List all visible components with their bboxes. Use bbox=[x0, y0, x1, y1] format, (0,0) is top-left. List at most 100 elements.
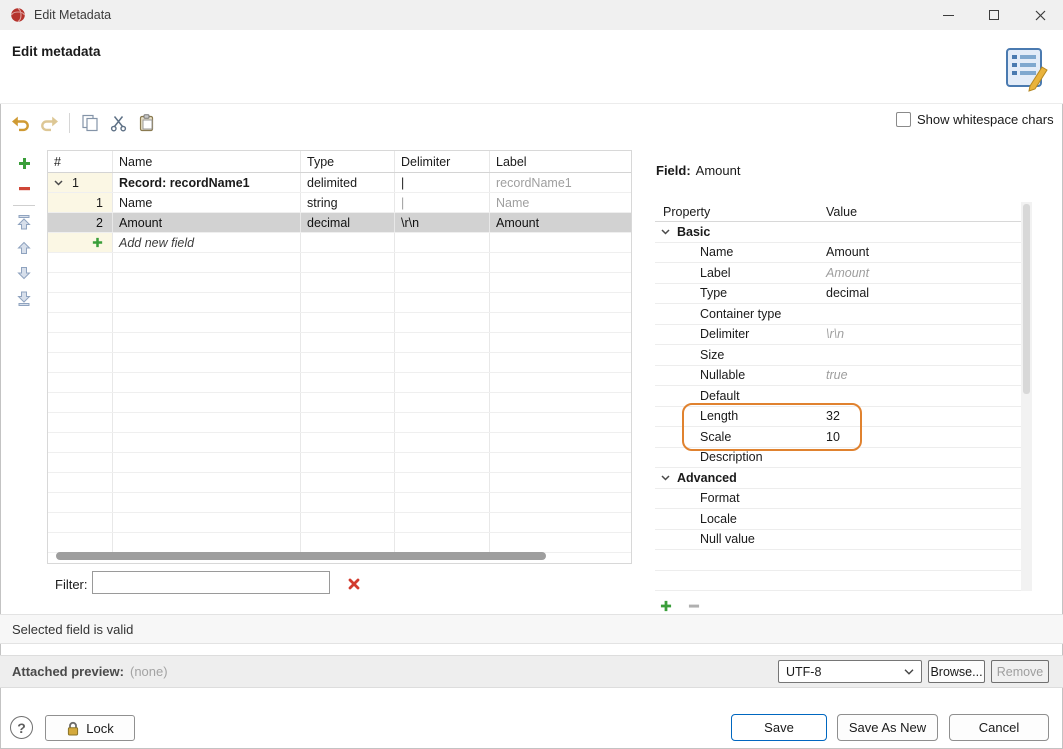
field-type-cell[interactable]: decimal bbox=[301, 213, 395, 232]
record-name-cell[interactable]: Record: recordName1 bbox=[113, 173, 301, 192]
add-field-cell[interactable] bbox=[48, 233, 113, 252]
show-whitespace-checkbox[interactable]: Show whitespace chars bbox=[896, 112, 1054, 127]
move-up-button[interactable] bbox=[12, 237, 36, 259]
property-row-delimiter[interactable]: Delimiter \r\n bbox=[655, 325, 1021, 346]
property-row-null-value[interactable]: Null value bbox=[655, 530, 1021, 551]
empty-cell bbox=[113, 253, 301, 272]
record-type-cell[interactable]: delimited bbox=[301, 173, 395, 192]
empty-cell bbox=[490, 433, 631, 452]
add-field-label[interactable]: Add new field bbox=[113, 233, 301, 252]
property-row-nullable[interactable]: Nullable true bbox=[655, 366, 1021, 387]
property-row-scale[interactable]: Scale 10 bbox=[655, 427, 1021, 448]
empty-cell bbox=[48, 473, 113, 492]
property-row-type[interactable]: Type decimal bbox=[655, 284, 1021, 305]
field-name-cell[interactable]: Amount bbox=[113, 213, 301, 232]
field-row-selected[interactable]: 2 Amount decimal \r\n Amount bbox=[48, 213, 631, 233]
close-button[interactable] bbox=[1017, 0, 1063, 30]
empty-cell bbox=[113, 393, 301, 412]
property-value[interactable]: true bbox=[818, 368, 1021, 382]
record-delimiter-cell[interactable]: | bbox=[395, 173, 490, 192]
field-type-cell[interactable]: string bbox=[301, 193, 395, 212]
add-field-button[interactable] bbox=[12, 152, 36, 174]
empty-cell bbox=[395, 433, 490, 452]
add-property-button[interactable] bbox=[657, 598, 675, 614]
lock-button[interactable]: Lock bbox=[45, 715, 135, 741]
property-name: Size bbox=[655, 348, 818, 362]
field-label-cell[interactable]: Amount bbox=[490, 213, 631, 232]
horizontal-scrollbar[interactable] bbox=[56, 552, 546, 560]
cancel-button[interactable]: Cancel bbox=[949, 714, 1049, 741]
empty-row bbox=[655, 571, 1021, 592]
field-delimiter-cell[interactable]: \r\n bbox=[395, 213, 490, 232]
remove-property-button[interactable] bbox=[685, 598, 703, 614]
empty-cell bbox=[48, 373, 113, 392]
cut-button[interactable] bbox=[105, 110, 131, 136]
empty-cell bbox=[48, 313, 113, 332]
property-row-format[interactable]: Format bbox=[655, 489, 1021, 510]
property-row-container-type[interactable]: Container type bbox=[655, 304, 1021, 325]
empty-cell bbox=[301, 413, 395, 432]
empty-cell bbox=[301, 293, 395, 312]
property-row-name[interactable]: Name Amount bbox=[655, 243, 1021, 264]
property-row-size[interactable]: Size bbox=[655, 345, 1021, 366]
clear-filter-button[interactable] bbox=[346, 576, 362, 592]
record-row[interactable]: 1 Record: recordName1 delimited | record… bbox=[48, 173, 631, 193]
add-new-field-row[interactable]: Add new field bbox=[48, 233, 631, 253]
empty-cell bbox=[395, 333, 490, 352]
browse-label: Browse... bbox=[930, 665, 982, 679]
move-bottom-button[interactable] bbox=[12, 287, 36, 309]
group-label: Advanced bbox=[677, 471, 737, 485]
paste-icon bbox=[138, 114, 155, 132]
save-button[interactable]: Save bbox=[731, 714, 827, 741]
move-top-button[interactable] bbox=[12, 212, 36, 234]
property-row-length[interactable]: Length 32 bbox=[655, 407, 1021, 428]
chevron-down-icon[interactable] bbox=[54, 180, 63, 186]
row-number[interactable]: 1 bbox=[48, 193, 113, 212]
scrollbar-thumb[interactable] bbox=[1023, 204, 1030, 394]
property-row-label[interactable]: Label Amount bbox=[655, 263, 1021, 284]
property-value[interactable]: Amount bbox=[818, 266, 1021, 280]
empty-cell bbox=[490, 493, 631, 512]
redo-button[interactable] bbox=[36, 110, 62, 136]
save-label: Save bbox=[764, 720, 794, 735]
field-name-cell[interactable]: Name bbox=[113, 193, 301, 212]
encoding-select[interactable]: UTF-8 bbox=[778, 660, 922, 683]
group-advanced[interactable]: Advanced bbox=[655, 468, 1021, 489]
empty-cell bbox=[490, 253, 631, 272]
property-value[interactable]: 10 bbox=[818, 430, 1021, 444]
property-row-default[interactable]: Default bbox=[655, 386, 1021, 407]
browse-button[interactable]: Browse... bbox=[928, 660, 985, 683]
property-value[interactable]: decimal bbox=[818, 286, 1021, 300]
field-label-cell[interactable]: Name bbox=[490, 193, 631, 212]
empty-cell bbox=[48, 353, 113, 372]
grid-header: # Name Type Delimiter Label bbox=[48, 151, 631, 173]
record-label-cell[interactable]: recordName1 bbox=[490, 173, 631, 192]
empty-cell bbox=[395, 233, 490, 252]
undo-button[interactable] bbox=[8, 110, 34, 136]
property-row-locale[interactable]: Locale bbox=[655, 509, 1021, 530]
minimize-button[interactable] bbox=[925, 0, 971, 30]
field-delimiter-cell[interactable]: | bbox=[395, 193, 490, 212]
field-row[interactable]: 1 Name string | Name bbox=[48, 193, 631, 213]
property-value[interactable]: 32 bbox=[818, 409, 1021, 423]
maximize-icon bbox=[989, 10, 999, 20]
empty-cell bbox=[490, 413, 631, 432]
remove-button[interactable]: Remove bbox=[991, 660, 1049, 683]
filter-input[interactable] bbox=[92, 571, 330, 594]
maximize-button[interactable] bbox=[971, 0, 1017, 30]
help-button[interactable]: ? bbox=[10, 716, 33, 739]
move-down-button[interactable] bbox=[12, 262, 36, 284]
property-value[interactable]: Amount bbox=[818, 245, 1021, 259]
property-row-description[interactable]: Description bbox=[655, 448, 1021, 469]
property-name: Name bbox=[655, 245, 818, 259]
empty-row bbox=[48, 273, 631, 293]
copy-button[interactable] bbox=[77, 110, 103, 136]
paste-button[interactable] bbox=[133, 110, 159, 136]
save-as-new-button[interactable]: Save As New bbox=[837, 714, 938, 741]
record-num-cell[interactable]: 1 bbox=[48, 173, 113, 192]
group-basic[interactable]: Basic bbox=[655, 222, 1021, 243]
empty-cell bbox=[490, 313, 631, 332]
remove-field-button[interactable] bbox=[12, 177, 36, 199]
property-value[interactable]: \r\n bbox=[818, 327, 1021, 341]
row-number[interactable]: 2 bbox=[48, 213, 113, 232]
